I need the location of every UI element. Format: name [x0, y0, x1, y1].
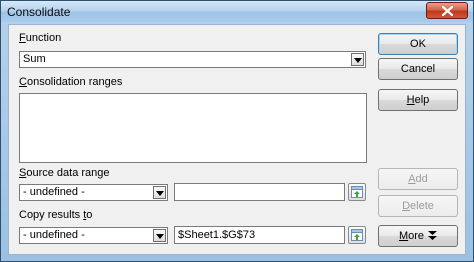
function-dropdown-button[interactable] [351, 53, 364, 66]
help-button[interactable]: Help [378, 89, 458, 111]
window-title: Consolidate [7, 5, 71, 19]
consolidation-ranges-list[interactable] [19, 93, 367, 163]
double-chevron-down-icon [428, 231, 438, 240]
add-button[interactable]: Add [378, 168, 458, 190]
source-range-dropdown-button[interactable] [153, 186, 166, 199]
ok-button[interactable]: OK [378, 33, 458, 55]
close-icon [442, 6, 453, 16]
function-label: Function [19, 32, 62, 44]
function-select[interactable]: Sum [19, 51, 366, 68]
source-range-select[interactable]: - undefined - [19, 184, 168, 201]
consolidate-dialog: Consolidate Function Sum Consolidation r… [0, 0, 474, 262]
copy-results-select-value: - undefined - [23, 229, 85, 241]
delete-button[interactable]: Delete [378, 195, 458, 217]
source-range-shrink-button[interactable] [348, 183, 366, 201]
shrink-icon [351, 229, 363, 241]
copy-results-to-label: Copy results to [19, 209, 93, 221]
function-select-value: Sum [23, 53, 46, 65]
more-button[interactable]: More [378, 225, 458, 247]
source-data-range-label: Source data range [19, 167, 110, 179]
copy-results-input[interactable]: $Sheet1.$G$73 [174, 226, 345, 244]
copy-results-shrink-button[interactable] [348, 226, 366, 244]
dialog-content: Function Sum Consolidation ranges Source… [8, 24, 466, 255]
shrink-icon [351, 186, 363, 198]
title-bar[interactable]: Consolidate [1, 1, 473, 22]
chevron-down-icon [156, 191, 164, 196]
source-range-select-value: - undefined - [23, 186, 85, 198]
cancel-button[interactable]: Cancel [378, 58, 458, 80]
chevron-down-icon [354, 58, 362, 63]
close-button[interactable] [426, 2, 468, 19]
consolidation-ranges-label: Consolidation ranges [19, 76, 123, 88]
copy-results-dropdown-button[interactable] [153, 229, 166, 242]
source-range-input[interactable] [174, 183, 345, 201]
copy-results-select[interactable]: - undefined - [19, 227, 168, 244]
chevron-down-icon [156, 234, 164, 239]
